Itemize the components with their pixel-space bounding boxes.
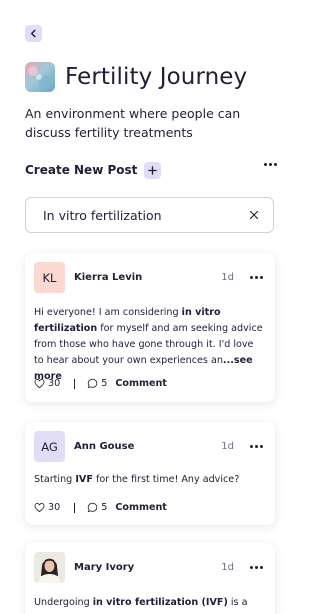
divider	[74, 502, 76, 513]
user-photo-icon	[34, 552, 65, 583]
close-icon[interactable]	[249, 210, 259, 220]
add-post-button[interactable]	[144, 161, 162, 179]
post-header: Mary Ivory 1d	[34, 552, 263, 583]
search-highlight: IVF	[75, 474, 93, 485]
like-count: 30	[48, 502, 61, 513]
create-post-row: Create New Post	[25, 160, 277, 180]
back-button[interactable]	[25, 25, 42, 42]
post-more-icon[interactable]	[250, 445, 263, 448]
community-thumbnail	[25, 62, 55, 92]
create-post-label[interactable]: Create New Post	[25, 163, 137, 177]
comment-count: 5	[101, 378, 108, 389]
post-time: 1d	[221, 441, 234, 452]
avatar[interactable]: KL	[34, 262, 65, 293]
post-author[interactable]: Ann Gouse	[74, 441, 221, 452]
heart-icon[interactable]	[34, 378, 45, 389]
heart-icon[interactable]	[34, 502, 45, 513]
post-actions: 30 5 Comment	[34, 502, 167, 513]
post-actions: 30 5 Comment	[34, 378, 167, 389]
search-highlight: in vitro fertilization (IVF)	[92, 597, 228, 608]
page-title: Fertility Journey	[65, 64, 248, 90]
comment-button[interactable]: Comment	[115, 378, 167, 389]
post-header: KL Kierra Levin 1d	[34, 262, 263, 293]
comment-icon[interactable]	[87, 378, 98, 389]
post-text: Undergoing in vitro fertilization (IVF) …	[34, 597, 248, 608]
comment-count: 5	[101, 502, 108, 513]
post-more-icon[interactable]	[250, 566, 263, 569]
like-count: 30	[48, 378, 61, 389]
comment-icon[interactable]	[87, 502, 98, 513]
post-text: Starting IVF for the first time! Any adv…	[34, 474, 240, 485]
post-author[interactable]: Mary Ivory	[74, 562, 221, 573]
more-options-icon[interactable]	[264, 163, 277, 166]
post-text: Hi everyone! I am considering in vitro f…	[34, 307, 263, 382]
post-card[interactable]: Mary Ivory 1d Undergoing in vitro fertil…	[25, 543, 275, 614]
search-input[interactable]: In vitro fertilization	[25, 197, 274, 233]
post-time: 1d	[221, 272, 234, 283]
chevron-left-icon	[30, 29, 36, 38]
post-card[interactable]: AG Ann Gouse 1d Starting IVF for the fir…	[25, 422, 275, 525]
post-header: AG Ann Gouse 1d	[34, 431, 263, 462]
comment-button[interactable]: Comment	[115, 502, 167, 513]
search-value[interactable]: In vitro fertilization	[43, 208, 249, 223]
community-header: Fertility Journey	[25, 62, 247, 92]
community-description: An environment where people can discuss …	[25, 106, 241, 140]
avatar[interactable]	[34, 552, 65, 583]
avatar[interactable]: AG	[34, 431, 65, 462]
post-time: 1d	[221, 562, 234, 573]
post-author[interactable]: Kierra Levin	[74, 272, 221, 283]
divider	[74, 378, 76, 389]
plus-icon	[148, 165, 158, 175]
post-card[interactable]: KL Kierra Levin 1d Hi everyone! I am con…	[25, 253, 275, 402]
post-more-icon[interactable]	[250, 276, 263, 279]
